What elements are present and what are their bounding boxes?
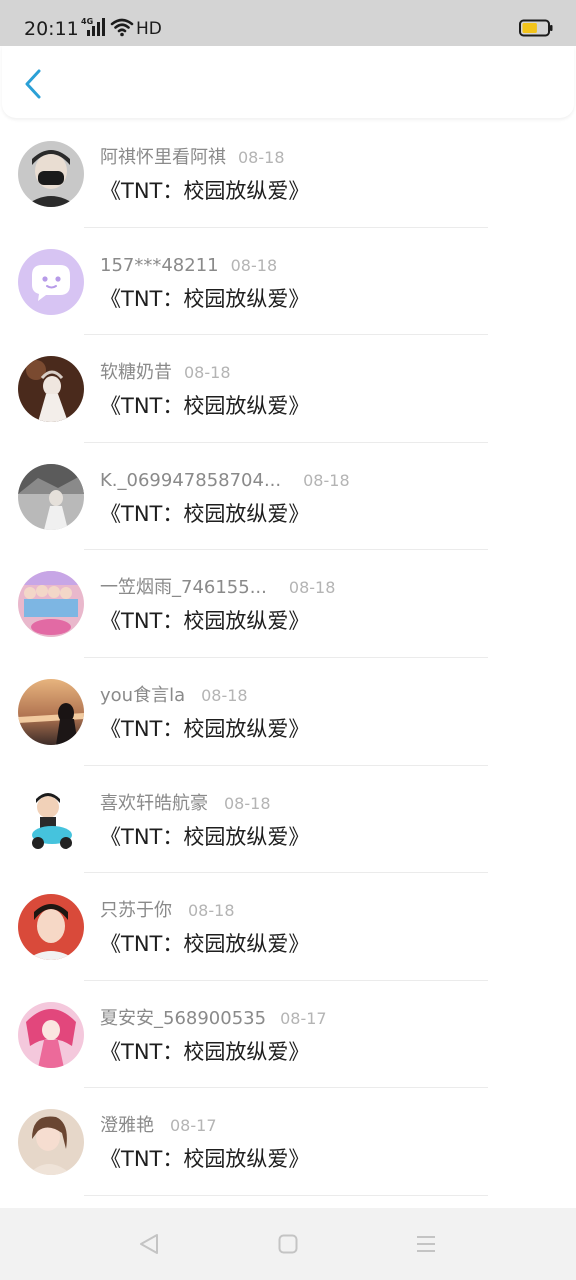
user-name[interactable]: 只苏于你 xyxy=(100,900,172,921)
user-name[interactable]: 阿祺怀里看阿祺 xyxy=(100,147,226,168)
list-item[interactable]: 只苏于你 08-18 《TNT：校园放纵爱》 xyxy=(0,873,576,981)
avatar[interactable] xyxy=(18,141,84,207)
status-time: 20:11 xyxy=(24,18,79,40)
comment-text: 《TNT：校园放纵爱》 xyxy=(100,394,310,419)
list-item[interactable]: 阿祺怀里看阿祺 08-18 《TNT：校园放纵爱》 xyxy=(0,120,576,228)
list-item[interactable]: 软糖奶昔 08-18 《TNT：校园放纵爱》 xyxy=(0,335,576,443)
avatar[interactable] xyxy=(18,248,84,315)
comment-date: 08-18 xyxy=(201,685,248,705)
comment-date: 08-18 xyxy=(184,363,231,383)
triangle-back-icon xyxy=(140,1234,158,1254)
comment-text: 《TNT：校园放纵爱》 xyxy=(100,609,310,634)
nav-home-button[interactable] xyxy=(272,1228,304,1260)
signal-icon: 4G xyxy=(81,17,105,39)
comment-text: 《TNT：校园放纵爱》 xyxy=(100,286,310,311)
nav-menu-button[interactable] xyxy=(410,1228,442,1260)
user-name[interactable]: 157***48211 xyxy=(100,255,219,276)
list-item[interactable]: 喜欢轩皓航豪 08-18 《TNT：校园放纵爱》 xyxy=(0,766,576,874)
user-name[interactable]: 夏安安_568900535 xyxy=(100,1008,266,1029)
comment-text: 《TNT：校园放纵爱》 xyxy=(100,1147,310,1172)
comment-date: 08-18 xyxy=(230,255,278,275)
comment-date: 08-17 xyxy=(280,1008,327,1028)
list-item[interactable]: you食言la 08-18 《TNT：校园放纵爱》 xyxy=(0,658,576,766)
wifi-icon xyxy=(110,18,134,37)
comment-text: 《TNT：校园放纵爱》 xyxy=(100,932,310,957)
comment-text: 《TNT：校园放纵爱》 xyxy=(100,824,310,849)
hd-indicator: HD xyxy=(136,19,162,39)
avatar[interactable] xyxy=(18,1109,84,1176)
avatar[interactable] xyxy=(18,356,84,423)
avatar[interactable] xyxy=(18,894,84,961)
comment-date: 08-18 xyxy=(288,578,336,598)
comment-text: 《TNT：校园放纵爱》 xyxy=(100,716,310,741)
user-name[interactable]: you食言la xyxy=(100,685,185,706)
avatar[interactable] xyxy=(18,786,84,853)
user-name[interactable]: 一笠烟雨_746155... xyxy=(100,577,267,598)
avatar[interactable] xyxy=(18,1001,84,1068)
square-home-icon xyxy=(278,1234,298,1254)
list-item[interactable]: 一笠烟雨_746155... 08-18 《TNT：校园放纵爱》 xyxy=(0,550,576,658)
comment-date: 08-18 xyxy=(303,470,350,490)
user-name[interactable]: K._069947858704... xyxy=(100,470,281,491)
battery-icon xyxy=(519,19,553,37)
avatar[interactable] xyxy=(18,571,84,638)
back-button[interactable] xyxy=(16,64,50,104)
comment-date: 08-18 xyxy=(188,901,235,921)
header-bar xyxy=(2,46,574,118)
comment-text: 《TNT：校园放纵爱》 xyxy=(100,1039,310,1064)
list-item[interactable]: 澄雅艳 08-17 《TNT：校园放纵爱》 xyxy=(0,1088,576,1196)
comment-list[interactable]: 阿祺怀里看阿祺 08-18 《TNT：校园放纵爱》 157***48211 08-1… xyxy=(0,120,576,1208)
list-item[interactable]: 夏安安_568900535 08-17 《TNT：校园放纵爱》 xyxy=(0,981,576,1089)
user-name[interactable]: 澄雅艳 xyxy=(100,1115,154,1136)
list-item[interactable]: 157***48211 08-18 《TNT：校园放纵爱》 xyxy=(0,228,576,336)
avatar[interactable] xyxy=(18,678,84,745)
status-bar: 20:11 4G HD xyxy=(0,0,576,46)
comment-text: 《TNT：校园放纵爱》 xyxy=(100,179,310,203)
comment-date: 08-17 xyxy=(170,1116,217,1136)
menu-lines-icon xyxy=(417,1236,435,1252)
user-name[interactable]: 喜欢轩皓航豪 xyxy=(100,793,208,814)
list-item[interactable]: K._069947858704... 08-18 《TNT：校园放纵爱》 xyxy=(0,443,576,551)
chevron-left-icon xyxy=(25,69,41,99)
user-name[interactable]: 软糖奶昔 xyxy=(100,362,172,383)
avatar[interactable] xyxy=(18,463,84,530)
comment-date: 08-18 xyxy=(238,148,285,167)
nav-back-button[interactable] xyxy=(133,1228,165,1260)
comment-date: 08-18 xyxy=(224,793,271,813)
divider xyxy=(84,1194,488,1196)
comment-text: 《TNT：校园放纵爱》 xyxy=(100,501,310,526)
system-nav-bar xyxy=(0,1208,576,1280)
